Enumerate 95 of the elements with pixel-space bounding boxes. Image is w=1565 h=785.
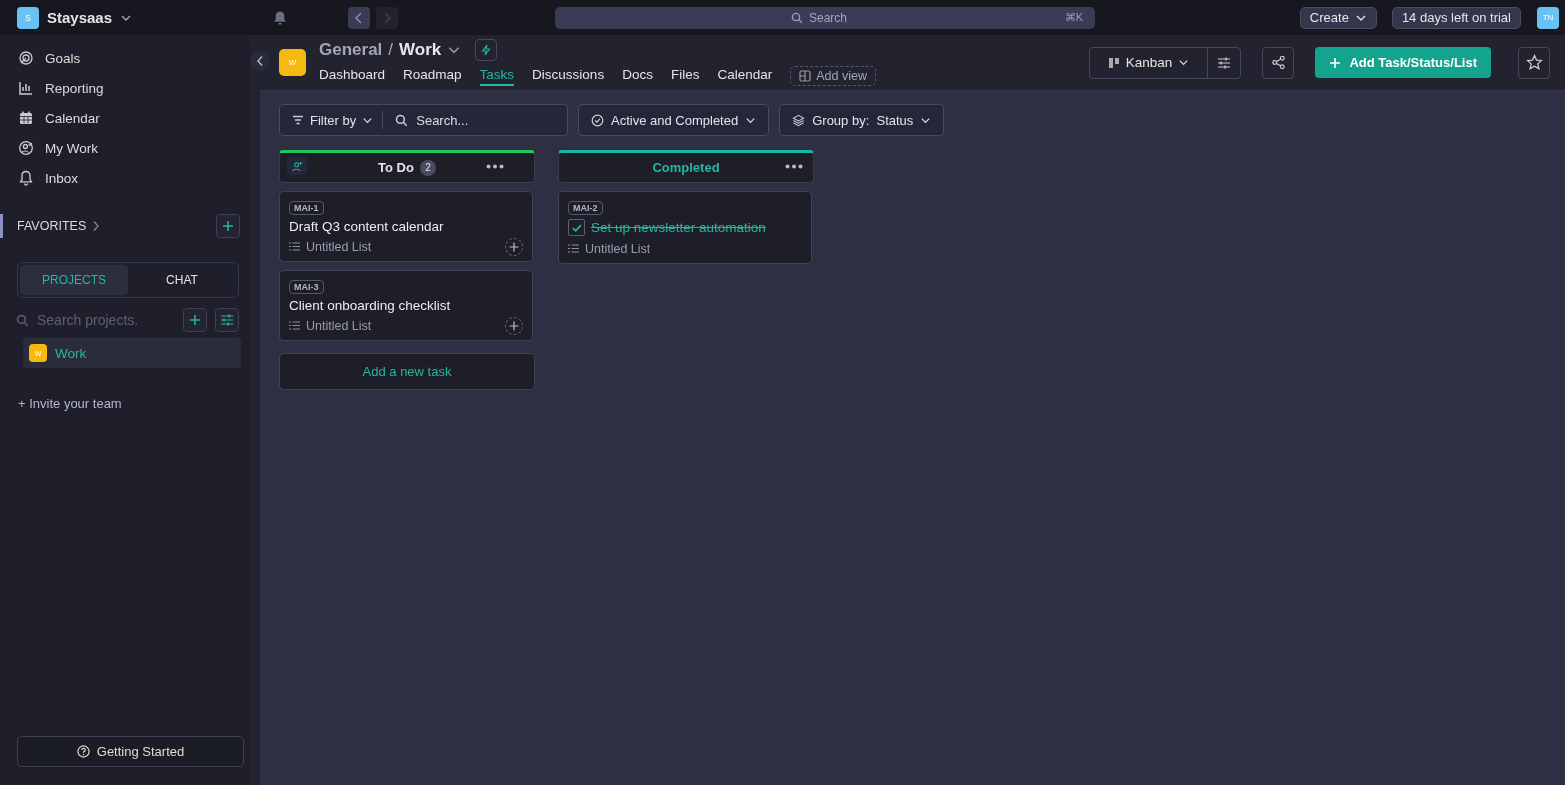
sliders-icon xyxy=(1217,56,1232,69)
breadcrumb-separator: / xyxy=(388,40,394,60)
task-card[interactable]: MAI-1 Draft Q3 content calendar Untitled List xyxy=(279,191,533,262)
invite-link[interactable]: + Invite your team xyxy=(18,396,250,411)
plus-icon xyxy=(189,314,201,326)
chevron-left-icon xyxy=(354,11,364,24)
favorites-header[interactable]: FAVORITES xyxy=(17,219,87,233)
column-title: Completed xyxy=(652,160,720,175)
lightning-icon xyxy=(480,44,493,56)
chevron-left-icon xyxy=(256,55,264,67)
list-icon xyxy=(568,244,579,253)
more-icon[interactable] xyxy=(785,164,803,169)
task-title: Client onboarding checklist xyxy=(289,298,451,313)
chevron-down-icon xyxy=(1178,57,1190,68)
plus-icon xyxy=(1329,56,1342,69)
bell-icon xyxy=(18,170,34,186)
search-field[interactable]: Search xyxy=(809,10,859,25)
chevron-right-icon[interactable] xyxy=(92,220,101,232)
search-bar[interactable]: Search ⌘K xyxy=(555,6,1095,29)
add-favorite-button[interactable] xyxy=(216,214,240,238)
sidebar-tab[interactable]: PROJECTS xyxy=(20,265,128,295)
task-search-field[interactable]: Search... xyxy=(416,112,487,128)
view-tab[interactable]: Roadmap xyxy=(403,66,462,86)
view-tab[interactable]: Tasks xyxy=(479,66,515,86)
calendar-icon xyxy=(18,110,34,126)
trial-button[interactable]: 14 days left on trial xyxy=(1391,6,1521,29)
view-tab[interactable]: Files xyxy=(670,66,700,86)
sidebar-item[interactable]: Reporting xyxy=(0,73,250,103)
sliders-icon xyxy=(220,314,234,326)
status-filter-dropdown[interactable]: Active and Completed xyxy=(578,104,770,136)
task-id-badge: MAI-3 xyxy=(289,280,324,294)
add-project-button[interactable] xyxy=(183,308,207,332)
more-icon[interactable] xyxy=(486,164,504,169)
list-icon xyxy=(289,242,300,251)
star-icon xyxy=(1525,54,1543,71)
chevron-right-icon xyxy=(382,11,392,24)
task-id-badge: MAI-2 xyxy=(568,201,603,215)
group-by-dropdown[interactable]: Group by: Status xyxy=(779,104,945,136)
filter-icon xyxy=(292,114,304,126)
view-tab[interactable]: Dashboard xyxy=(319,66,386,86)
task-title: Set up newsletter automation xyxy=(591,220,766,235)
list-name: Untitled List xyxy=(306,318,372,333)
automation-button[interactable] xyxy=(475,39,498,61)
project-title[interactable]: Work xyxy=(399,40,442,60)
sidebar-item[interactable]: Goals xyxy=(0,43,250,73)
getting-started-button[interactable]: Getting Started xyxy=(17,736,244,767)
sidebar-item[interactable]: Calendar xyxy=(0,103,250,133)
back-button[interactable] xyxy=(348,6,370,29)
kanban-icon xyxy=(1107,56,1120,69)
create-button[interactable]: Create xyxy=(1299,6,1377,29)
add-task-link[interactable]: Add a new task xyxy=(279,353,535,390)
list-name: Untitled List xyxy=(585,241,651,256)
checkbox[interactable] xyxy=(568,219,585,236)
filter-settings-button[interactable] xyxy=(215,308,239,332)
share-button[interactable] xyxy=(1262,46,1295,79)
layers-icon xyxy=(792,113,806,127)
add-view-button[interactable]: Add view xyxy=(790,66,876,86)
sidebar-item[interactable]: Inbox xyxy=(0,163,250,193)
user-check-icon xyxy=(18,140,34,156)
list-name: Untitled List xyxy=(306,239,372,254)
add-user-icon xyxy=(291,160,303,172)
column-title: To Do xyxy=(378,160,414,175)
breadcrumb-parent[interactable]: General xyxy=(319,40,383,60)
bell-icon[interactable] xyxy=(272,9,288,26)
project-search-field[interactable]: Search projects. xyxy=(37,312,157,328)
plus-icon xyxy=(509,320,519,331)
search-icon xyxy=(16,313,29,327)
plus-icon xyxy=(222,220,234,232)
task-id-badge: MAI-1 xyxy=(289,201,324,215)
task-card[interactable]: MAI-3 Client onboarding checklist Untitled List xyxy=(279,270,533,341)
plus-icon xyxy=(509,241,519,252)
view-tab[interactable]: Calendar xyxy=(717,66,773,86)
bar-chart-icon xyxy=(18,80,34,96)
search-icon xyxy=(791,11,803,24)
count-badge: 2 xyxy=(419,159,436,176)
assign-user-button[interactable] xyxy=(287,157,307,175)
shortcut-hint: ⌘K xyxy=(1064,10,1083,24)
view-tab[interactable]: Discussions xyxy=(532,66,605,86)
project-name: Work xyxy=(55,345,87,361)
project-logo: W xyxy=(279,49,306,76)
sidebar-item[interactable]: My Work xyxy=(0,133,250,163)
list-icon xyxy=(289,321,300,330)
task-card[interactable]: MAI-2 Set up newsletter automation Untitled List xyxy=(558,191,812,264)
favorite-star-button[interactable] xyxy=(1518,46,1550,79)
workspace-name[interactable]: Staysaas xyxy=(47,9,113,26)
check-circle-icon xyxy=(591,113,604,127)
target-icon xyxy=(18,50,34,66)
search-icon xyxy=(395,113,409,127)
share-icon xyxy=(1270,55,1286,70)
task-title: Draft Q3 content calendar xyxy=(289,219,444,234)
layout-icon xyxy=(799,70,812,82)
help-icon xyxy=(76,745,90,758)
sidebar-tab[interactable]: CHAT xyxy=(128,265,236,295)
filter-dropdown[interactable]: Filter by xyxy=(280,111,384,129)
view-tab[interactable]: Docs xyxy=(622,66,653,86)
